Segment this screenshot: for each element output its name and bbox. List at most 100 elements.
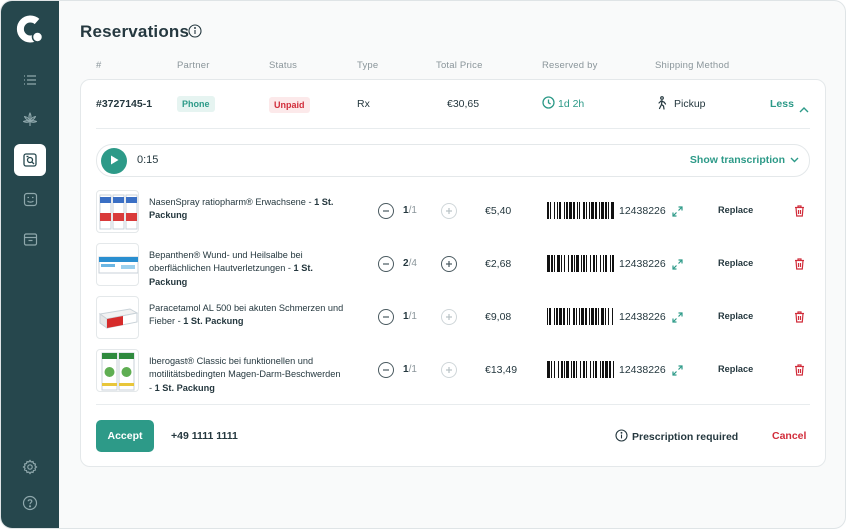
trash-icon[interactable] [794,310,805,328]
quantity-total: /1 [408,364,417,375]
barcode-bar [547,255,550,272]
info-icon[interactable] [188,24,202,43]
product-code: 12438226 [619,311,666,323]
plus-icon [445,364,453,376]
reservation-id: #3727145-1 [96,98,153,110]
decrease-quantity-button[interactable] [378,203,394,219]
replace-button[interactable]: Replace [718,364,753,374]
barcode-bar [600,361,601,378]
barcode-bar [554,255,555,272]
less-toggle-button[interactable]: Less [770,98,794,110]
increase-quantity-button[interactable] [441,309,457,325]
expand-icon[interactable] [672,204,683,222]
quantity: 1/1 [403,205,417,216]
barcode-bar [571,255,573,272]
chevron-up-icon[interactable] [799,100,809,118]
product-image [96,349,139,392]
quantity: 2/4 [403,258,417,269]
sidebar-item-list[interactable] [14,64,46,96]
barcode-bar [603,255,604,272]
barcode-bar [596,255,597,272]
info-icon [615,429,628,445]
replace-button[interactable]: Replace [718,311,753,321]
barcode-bar [547,361,550,378]
quantity-total: /1 [408,311,417,322]
play-button[interactable] [101,148,127,174]
minus-icon [382,311,390,323]
product-image [96,243,139,286]
barcode-bar [612,308,613,325]
shipping-method: Pickup [674,98,706,110]
sidebar-item-help[interactable] [14,487,46,519]
product-image [96,190,139,233]
increase-quantity-button[interactable] [441,362,457,378]
quantity: 1/1 [403,364,417,375]
col-header-reserved-by: Reserved by [542,60,598,71]
barcode-bar [599,202,600,219]
barcode-bar [574,255,575,272]
decrease-quantity-button[interactable] [378,256,394,272]
product-row: Iberogast® Classic bei funktionellen und… [96,349,810,395]
cancel-button[interactable]: Cancel [772,430,806,442]
trash-icon[interactable] [794,204,805,222]
prescription-label: Prescription required [632,431,739,443]
replace-button[interactable]: Replace [718,205,753,215]
barcode-bar [605,361,608,378]
barcode-bar [581,255,582,272]
sidebar-item-archive[interactable] [14,223,46,255]
barcode-bar [549,308,551,325]
expand-icon[interactable] [672,363,683,381]
barcode-bar [608,202,609,219]
minus-icon [382,205,390,217]
increase-quantity-button[interactable] [441,203,457,219]
audio-duration: 0:15 [137,154,159,166]
show-transcription-button[interactable]: Show transcription [690,154,799,166]
barcode-bar [576,308,577,325]
expand-icon[interactable] [672,310,683,328]
product-image [96,296,139,339]
product-price: €9,08 [485,311,512,323]
barcode-bar [605,255,607,272]
trash-icon[interactable] [794,363,805,381]
cancel-label: Cancel [772,430,807,442]
customer-phone: +49 1111 1111 [171,430,238,442]
accept-button[interactable]: Accept [96,420,154,452]
barcode-bar [583,255,585,272]
barcode-bar [600,255,601,272]
barcode-bar [610,255,611,272]
logo [15,13,45,45]
replace-button[interactable]: Replace [718,258,753,268]
barcode-bar [583,361,585,378]
chevron-down-icon [790,154,799,166]
page-title: Reservations [80,22,190,41]
barcode-bar [559,202,561,219]
barcode-bar [583,202,585,219]
sidebar-item-reservations[interactable] [14,144,46,176]
barcode-bar [586,255,587,272]
barcode-bar [586,361,587,378]
less-toggle-label: Less [770,98,794,110]
quantity: 1/1 [403,311,417,322]
barcode-bar [551,361,552,378]
product-row: Bepanthen® Wund- und Heilsalbe bei oberf… [96,243,810,289]
product-price: €2,68 [485,258,512,270]
product-row: Paracetamol AL 500 bei akuten Schmerzen … [96,296,810,342]
decrease-quantity-button[interactable] [378,362,394,378]
product-code: 12438226 [619,364,666,376]
col-header-number: # [96,60,102,71]
expand-icon[interactable] [672,257,683,275]
trash-icon[interactable] [794,257,805,275]
minus-icon [382,364,390,376]
barcode-bar [585,308,587,325]
sidebar-item-settings[interactable] [14,451,46,483]
sidebar-item-chat[interactable] [14,183,46,215]
barcode-bar [589,202,590,219]
col-header-partner: Partner [177,60,210,71]
col-header-shipping: Shipping Method [655,60,730,71]
product-name: Iberogast® Classic bei funktionellen und… [149,355,344,395]
decrease-quantity-button[interactable] [378,309,394,325]
sidebar-item-cannabis[interactable] [14,104,46,136]
increase-quantity-button[interactable] [441,256,457,272]
product-code: 12438226 [619,258,666,270]
chat-icon [23,192,38,207]
